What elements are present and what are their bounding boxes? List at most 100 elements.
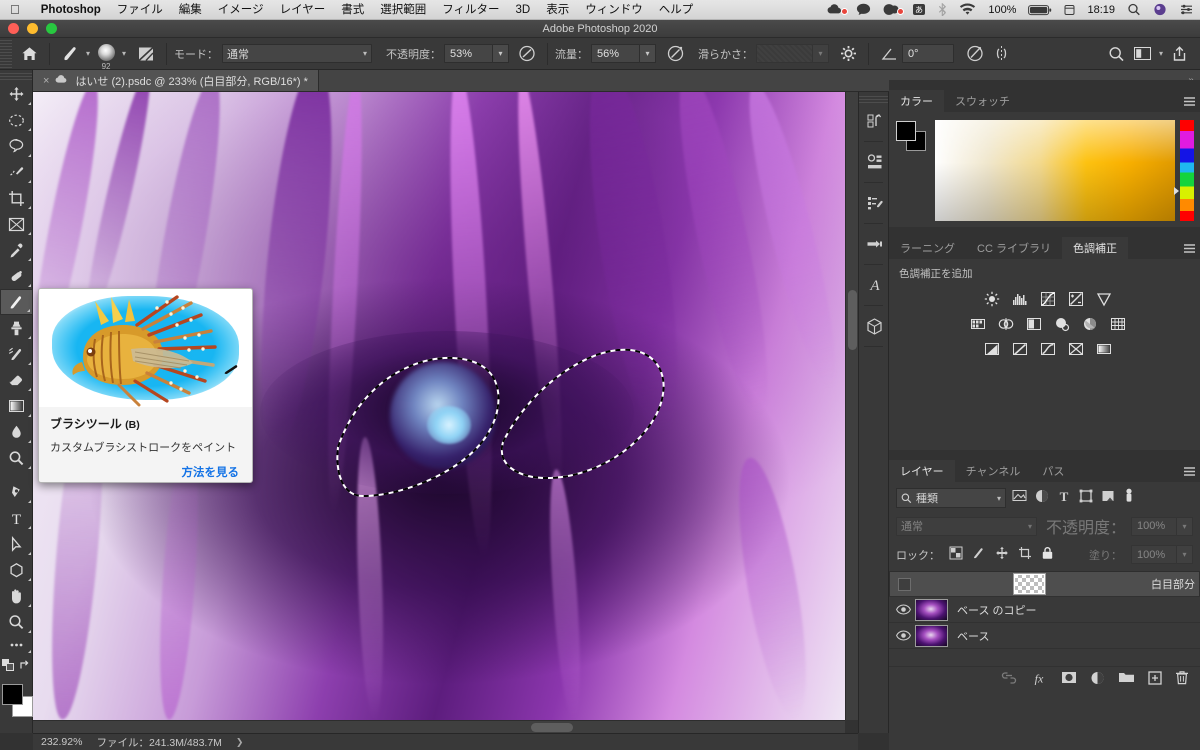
camera-icon[interactable]	[877, 3, 906, 16]
menu-item-photoshop[interactable]: Photoshop	[33, 0, 109, 20]
menu-item-help[interactable]: ヘルプ	[651, 0, 702, 20]
menu-item-file[interactable]: ファイル	[109, 0, 171, 20]
layer-visibility-toggle[interactable]	[891, 604, 915, 615]
table-row[interactable]: ベース	[889, 623, 1200, 649]
layer-fill-stepper-icon[interactable]: ▾	[1177, 545, 1193, 564]
pen-tool[interactable]	[0, 479, 33, 505]
new-layer-icon[interactable]	[1148, 670, 1162, 690]
gradient-tool[interactable]	[0, 393, 33, 419]
layer-visibility-toggle[interactable]	[891, 630, 915, 641]
menu-item-select[interactable]: 選択範囲	[372, 0, 434, 20]
brush-preset-icon[interactable]	[57, 42, 83, 66]
rail-grip[interactable]	[859, 92, 888, 104]
canvas-vertical-scroll-thumb[interactable]	[848, 290, 857, 350]
brushes-panel-icon[interactable]	[859, 227, 890, 261]
color-balance-icon[interactable]	[997, 315, 1014, 332]
lock-transparent-icon[interactable]	[949, 546, 963, 563]
search-icon[interactable]	[1104, 42, 1130, 66]
layer-blend-mode-select[interactable]: 通常 ▾	[896, 516, 1037, 536]
layer-thumbnail[interactable]	[915, 624, 948, 647]
character-panel-icon[interactable]: A	[859, 268, 890, 302]
path-selection-tool[interactable]	[0, 531, 33, 557]
canvas-horizontal-scroll-thumb[interactable]	[531, 723, 573, 732]
menu-item-image[interactable]: イメージ	[210, 0, 272, 20]
menu-item-window[interactable]: ウィンドウ	[577, 0, 651, 20]
color-panel-grip[interactable]	[889, 80, 1200, 90]
zoom-tool[interactable]	[0, 609, 33, 635]
adjustments-panel-grip[interactable]	[889, 227, 1200, 237]
menu-item-filter[interactable]: フィルター	[434, 0, 507, 20]
layer-opacity-control[interactable]: 100% ▾	[1131, 516, 1193, 536]
frame-tool[interactable]	[0, 211, 33, 237]
spotlight-search-icon[interactable]	[1121, 3, 1147, 16]
apple-logo-icon[interactable]: 	[10, 3, 20, 16]
posterize-icon[interactable]	[1011, 340, 1028, 357]
tools-panel-grip[interactable]	[0, 70, 32, 81]
layer-filter-kind-select[interactable]: 種類 ▾	[896, 488, 1006, 508]
tab-cc-libraries[interactable]: CC ライブラリ	[966, 237, 1062, 259]
layer-opacity-value[interactable]: 100%	[1131, 516, 1177, 536]
tab-color[interactable]: カラー	[889, 90, 944, 112]
pressure-opacity-icon[interactable]	[514, 42, 540, 66]
workspace-caret-icon[interactable]: ▾	[1156, 49, 1166, 58]
color-ramp[interactable]	[935, 120, 1175, 221]
menu-item-type[interactable]: 書式	[333, 0, 372, 20]
color-lookup-icon[interactable]	[1109, 315, 1126, 332]
black-white-icon[interactable]	[1025, 315, 1042, 332]
layer-opacity-stepper-icon[interactable]: ▾	[1177, 516, 1193, 536]
flow-value[interactable]: 56%	[591, 44, 641, 63]
exposure-icon[interactable]	[1067, 290, 1084, 307]
foreground-color-swatch[interactable]	[2, 684, 23, 705]
pressure-size-icon[interactable]	[962, 42, 988, 66]
hue-saturation-icon[interactable]	[969, 315, 986, 332]
blend-mode-select[interactable]: 通常 ▾	[222, 44, 373, 63]
panel-menu-icon[interactable]	[1178, 460, 1200, 482]
adjustment-layer-icon[interactable]	[1090, 671, 1105, 690]
battery-icon[interactable]	[1022, 4, 1058, 16]
layer-mask-icon[interactable]	[1061, 671, 1077, 689]
foreground-background-swatches[interactable]	[0, 680, 33, 720]
brush-settings-panel-icon[interactable]	[859, 186, 890, 220]
airbrush-icon[interactable]	[662, 42, 688, 66]
move-tool[interactable]	[0, 81, 33, 107]
control-center-icon[interactable]	[1173, 3, 1200, 16]
history-panel-icon[interactable]	[859, 104, 890, 138]
delete-layer-icon[interactable]	[1175, 670, 1189, 690]
tab-paths[interactable]: パス	[1031, 460, 1075, 482]
tab-swatches[interactable]: スウォッチ	[944, 90, 1021, 112]
brush-preset-caret-icon[interactable]: ▾	[83, 49, 93, 58]
workspace-icon[interactable]	[1130, 42, 1156, 66]
eyedropper-tool[interactable]	[0, 237, 33, 263]
panel-menu-icon[interactable]	[1178, 90, 1200, 112]
invert-icon[interactable]	[983, 340, 1000, 357]
filter-toggle-icon[interactable]	[1123, 488, 1135, 508]
clock-label[interactable]: 18:19	[1081, 4, 1121, 16]
zoom-level-label[interactable]: 232.92%	[41, 736, 82, 748]
quick-selection-tool[interactable]	[0, 159, 33, 185]
lock-image-icon[interactable]	[972, 546, 986, 563]
cloud-icon[interactable]	[821, 3, 850, 16]
shape-tool[interactable]	[0, 557, 33, 583]
filter-smart-icon[interactable]	[1101, 489, 1115, 508]
brush-picker-caret-icon[interactable]: ▾	[119, 49, 129, 58]
flow-stepper-icon[interactable]: ▾	[640, 44, 657, 63]
channel-mixer-icon[interactable]	[1081, 315, 1098, 332]
tab-layers[interactable]: レイヤー	[889, 460, 955, 482]
link-layers-icon[interactable]	[1001, 671, 1017, 689]
properties-panel-icon[interactable]	[859, 145, 890, 179]
default-colors-icon[interactable]	[1, 658, 14, 676]
opacity-control[interactable]: 53% ▾	[444, 44, 510, 63]
brush-angle-value[interactable]: 0°	[902, 44, 955, 63]
lock-all-icon[interactable]	[1041, 546, 1054, 563]
wifi-icon[interactable]	[953, 3, 982, 16]
flow-control[interactable]: 56% ▾	[591, 44, 657, 63]
tab-adjustments[interactable]: 色調補正	[1061, 237, 1128, 259]
panel-menu-icon[interactable]	[1178, 237, 1200, 259]
layer-name[interactable]: 白目部分	[1151, 576, 1195, 592]
vibrance-icon[interactable]	[1095, 290, 1112, 307]
opacity-value[interactable]: 53%	[444, 44, 494, 63]
layer-thumbnail[interactable]	[915, 598, 948, 621]
user-account-icon[interactable]	[1147, 3, 1173, 16]
threshold-icon[interactable]	[1039, 340, 1056, 357]
tooltip-learn-link[interactable]: 方法を見る	[50, 464, 241, 480]
